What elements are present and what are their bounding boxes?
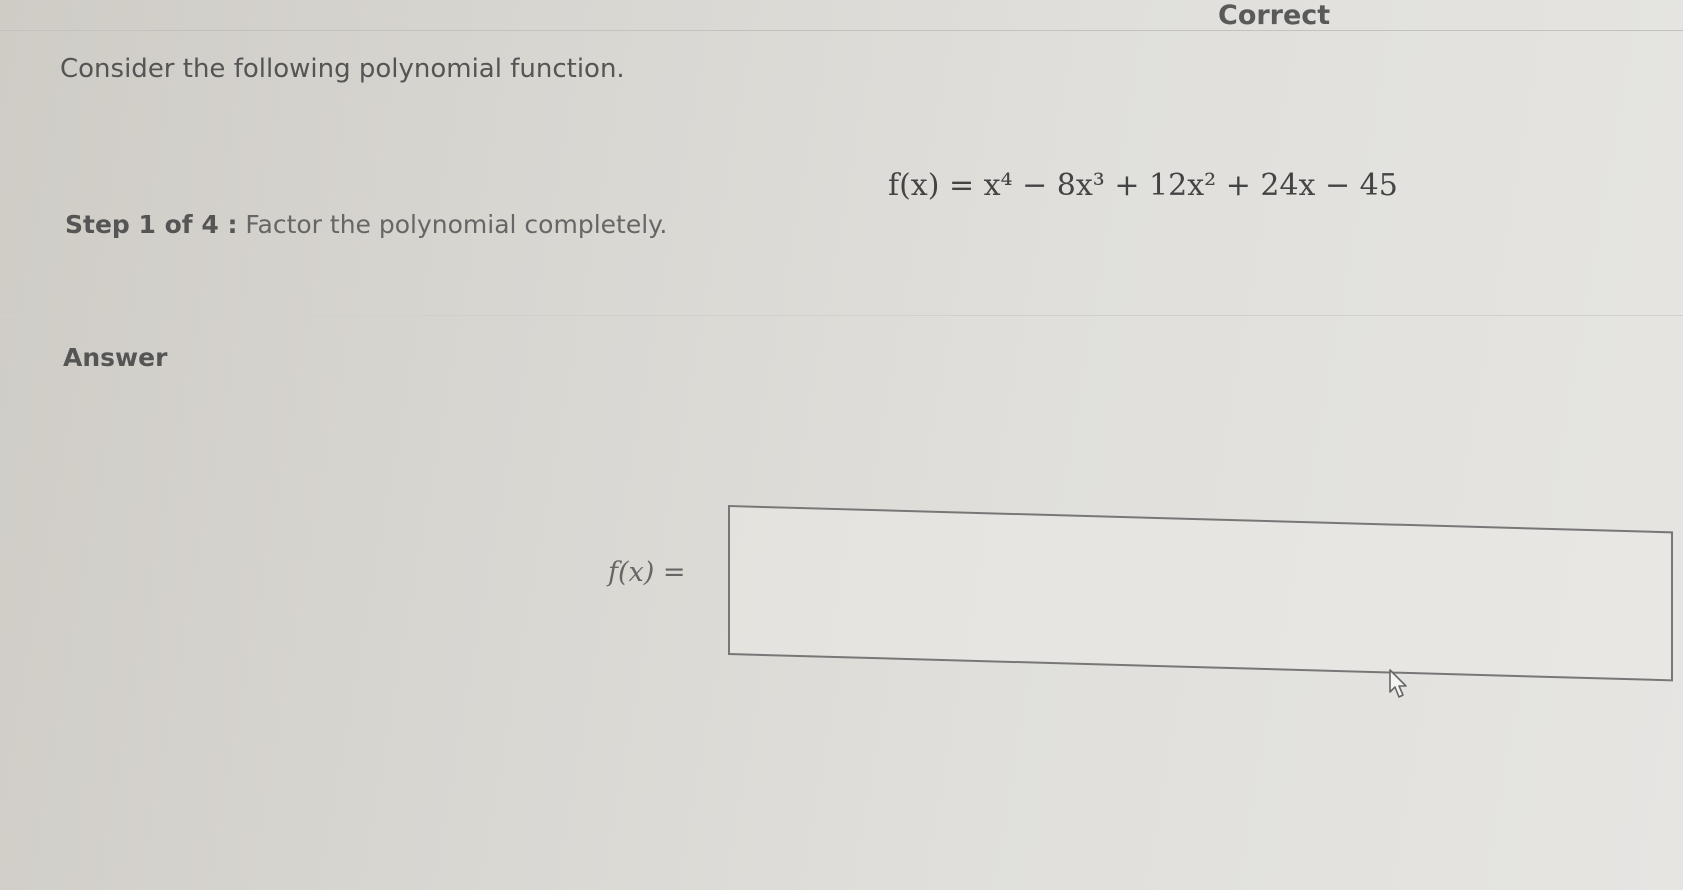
step-text: Factor the polynomial completely. [245, 210, 668, 239]
mouse-pointer-icon [1389, 669, 1407, 698]
polynomial-function: f(x) = x⁴ − 8x³ + 12x² + 24x − 45 [888, 168, 1398, 203]
answer-input[interactable] [728, 505, 1673, 682]
question-prompt: Consider the following polynomial functi… [60, 54, 625, 84]
answer-label: f(x) = [608, 557, 686, 588]
header-divider [0, 30, 1683, 31]
answer-heading: Answer [63, 343, 168, 372]
step-label: Step 1 of 4 : [65, 210, 238, 239]
section-divider [0, 315, 1683, 316]
step-instruction: Step 1 of 4 : Factor the polynomial comp… [65, 210, 667, 239]
correct-status: Correct [1218, 0, 1331, 31]
